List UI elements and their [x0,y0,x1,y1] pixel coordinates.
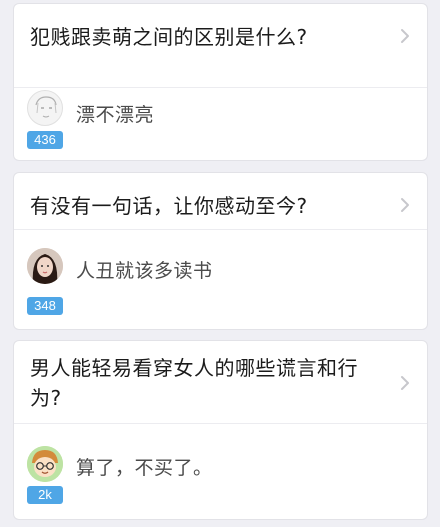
sketch-face-icon [35,96,57,118]
question-card[interactable]: 犯贱跟卖萌之间的区别是什么? 漂不漂亮 436 [14,4,427,160]
question-row[interactable]: 男人能轻易看穿女人的哪些谎言和行为? [14,341,427,424]
avatar[interactable] [27,446,63,482]
avatar[interactable] [27,90,63,126]
answer-text[interactable]: 算了，不买了。 [76,453,213,480]
vote-count-badge: 2k [27,486,63,504]
question-card[interactable]: 男人能轻易看穿女人的哪些谎言和行为? 算了，不买了。 2k [14,341,427,519]
chevron-right-icon [401,198,409,212]
answer-row[interactable]: 人丑就该多读书 348 [14,230,427,329]
avatar[interactable] [27,248,63,284]
vote-count-badge: 436 [27,131,63,149]
answer-row[interactable]: 算了，不买了。 2k [14,424,427,519]
woman-photo-icon [27,248,63,284]
question-title[interactable]: 有没有一句话，让你感动至今? [30,191,387,221]
answer-row[interactable]: 漂不漂亮 436 [14,88,427,160]
cartoon-boy-icon [27,446,63,482]
question-row[interactable]: 有没有一句话，让你感动至今? [14,173,427,230]
chevron-right-icon [401,29,409,43]
question-card[interactable]: 有没有一句话，让你感动至今? 人丑就该多读书 348 [14,173,427,329]
answer-text[interactable]: 人丑就该多读书 [76,256,213,283]
chevron-right-icon [401,376,409,390]
question-title[interactable]: 犯贱跟卖萌之间的区别是什么? [30,22,387,52]
vote-count-badge: 348 [27,297,63,315]
question-title[interactable]: 男人能轻易看穿女人的哪些谎言和行为? [30,353,387,413]
answer-text[interactable]: 漂不漂亮 [76,100,154,127]
question-row[interactable]: 犯贱跟卖萌之间的区别是什么? [14,4,427,88]
